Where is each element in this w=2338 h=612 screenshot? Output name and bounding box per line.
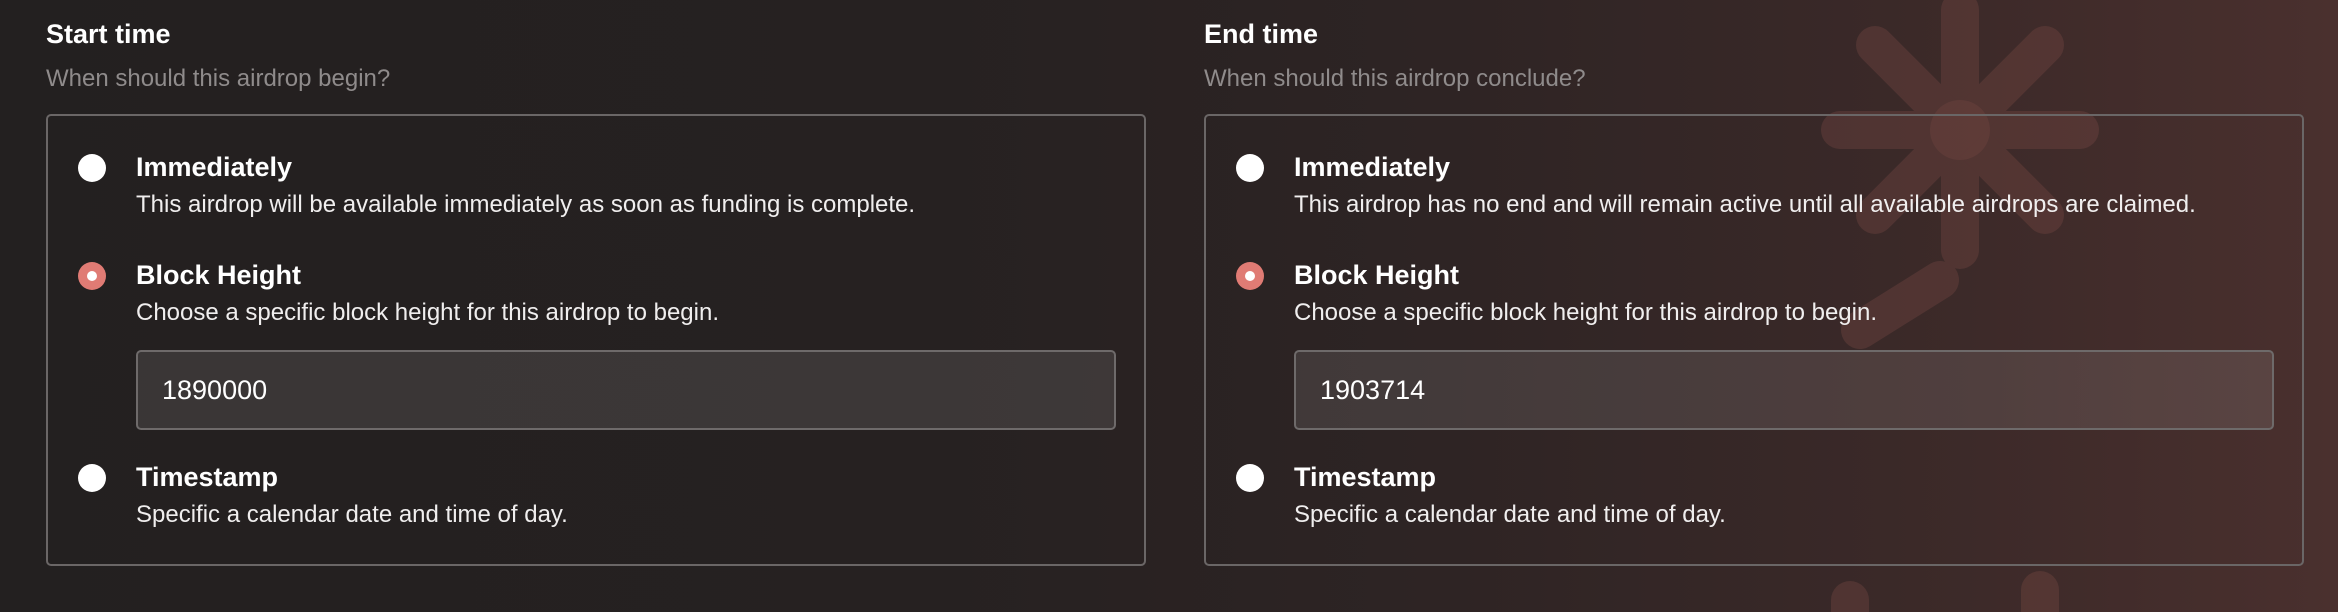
- end-time-options: Immediately This airdrop has no end and …: [1204, 114, 2304, 566]
- end-immediately-label: Immediately: [1294, 152, 1451, 182]
- start-block-height-input[interactable]: [136, 350, 1116, 430]
- end-immediately-radio[interactable]: [1236, 154, 1264, 182]
- start-block-height-description: Choose a specific block height for this …: [136, 299, 719, 326]
- end-timestamp-label: Timestamp: [1294, 462, 1437, 492]
- end-timestamp-description: Specific a calendar date and time of day…: [1294, 501, 1726, 528]
- start-time-options: Immediately This airdrop will be availab…: [46, 114, 1146, 566]
- end-block-height-label: Block Height: [1294, 260, 1460, 290]
- start-immediately-radio[interactable]: [78, 154, 106, 182]
- start-immediately-label: Immediately: [136, 152, 293, 182]
- start-block-height-radio[interactable]: [78, 262, 106, 290]
- end-time-subtitle: When should this airdrop conclude?: [1204, 65, 1586, 92]
- end-immediately-description: This airdrop has no end and will remain …: [1294, 191, 2196, 218]
- start-immediately-description: This airdrop will be available immediate…: [136, 191, 916, 218]
- start-timestamp-label: Timestamp: [136, 462, 279, 492]
- end-block-height-input[interactable]: [1294, 350, 2274, 430]
- end-block-height-description: Choose a specific block height for this …: [1294, 299, 1877, 326]
- start-time-title: Start time: [46, 19, 171, 49]
- end-time-title: End time: [1204, 19, 1319, 49]
- start-time-subtitle: When should this airdrop begin?: [46, 65, 391, 92]
- start-timestamp-radio[interactable]: [78, 464, 106, 492]
- start-timestamp-description: Specific a calendar date and time of day…: [136, 501, 568, 528]
- end-block-height-radio[interactable]: [1236, 262, 1264, 290]
- end-timestamp-radio[interactable]: [1236, 464, 1264, 492]
- start-block-height-label: Block Height: [136, 260, 302, 290]
